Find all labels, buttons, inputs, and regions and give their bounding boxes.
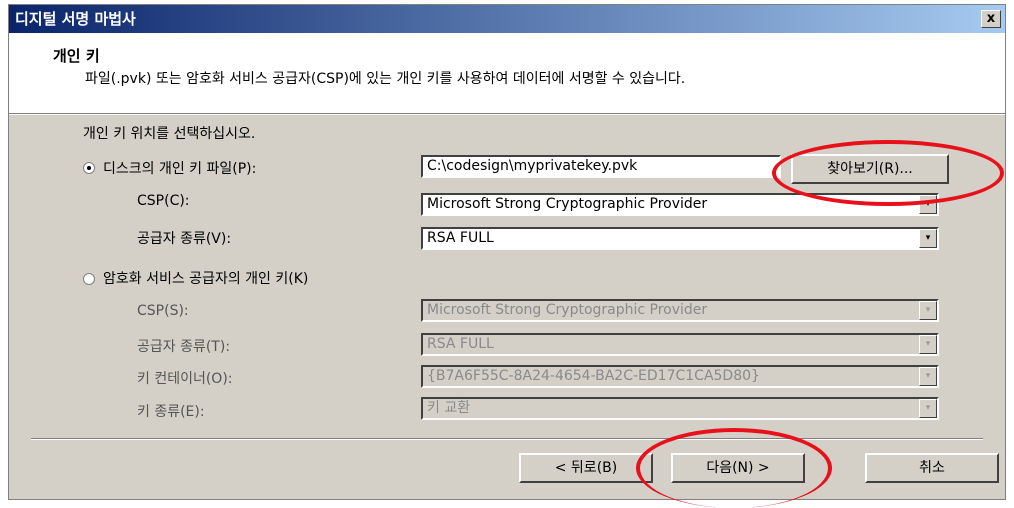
radio-key-file[interactable] (83, 162, 95, 174)
chevron-down-icon[interactable]: ▾ (919, 367, 937, 386)
provider-type-label: 공급자 종류(V): (137, 231, 232, 247)
close-icon: x (986, 11, 996, 26)
chevron-down-icon[interactable]: ▾ (919, 335, 937, 354)
csp2-select[interactable]: Microsoft Strong Cryptographic Provider ▾ (421, 299, 939, 322)
provider-type-select[interactable]: RSA FULL ▾ (421, 227, 939, 250)
close-button[interactable]: x (981, 10, 1001, 28)
footer-divider (31, 438, 983, 440)
provider-type2-select[interactable]: RSA FULL ▾ (421, 333, 939, 356)
wizard-header: 개인 키 파일(.pvk) 또는 암호화 서비스 공급자(CSP)에 있는 개인… (9, 33, 1005, 113)
radio-csp-key[interactable] (83, 273, 95, 285)
key-type-select[interactable]: 키 교환 ▾ (421, 397, 939, 420)
key-type-label: 키 종류(E): (137, 404, 205, 420)
page-title: 개인 키 (53, 47, 100, 65)
csp-label: CSP(C): (137, 193, 190, 209)
title-bar: 디지털 서명 마법사 x (9, 5, 1005, 33)
back-button[interactable]: < 뒤로(B) (519, 453, 653, 483)
csp-select[interactable]: Microsoft Strong Cryptographic Provider ▾ (421, 193, 939, 216)
window-title: 디지털 서명 마법사 (15, 10, 136, 28)
header-divider (9, 113, 1005, 115)
chevron-down-icon[interactable]: ▾ (919, 399, 937, 418)
radio-key-file-label[interactable]: 디스크의 개인 키 파일(P): (103, 158, 256, 178)
key-container-label: 키 컨테이너(O): (137, 371, 233, 387)
csp2-label: CSP(S): (137, 303, 189, 319)
key-container-select[interactable]: {B7A6F55C-8A24-4654-BA2C-ED17C1CA5D80} ▾ (421, 365, 939, 388)
chevron-down-icon[interactable]: ▾ (919, 229, 937, 248)
browse-button[interactable]: 찾아보기(R)... (791, 154, 949, 184)
chevron-down-icon[interactable]: ▾ (919, 301, 937, 320)
radio-csp-key-label[interactable]: 암호화 서비스 공급자의 개인 키(K) (103, 268, 308, 288)
chevron-down-icon[interactable]: ▾ (919, 195, 937, 214)
next-button[interactable]: 다음(N) > (671, 453, 805, 483)
instruction-text: 개인 키 위치를 선택하십시오. (83, 126, 256, 142)
provider-type2-label: 공급자 종류(T): (137, 339, 231, 355)
radio-selected-dot (87, 166, 91, 170)
key-file-path-input[interactable]: C:\codesign\myprivatekey.pvk (421, 155, 781, 178)
page-description: 파일(.pvk) 또는 암호화 서비스 공급자(CSP)에 있는 개인 키를 사… (85, 71, 686, 87)
wizard-dialog: 디지털 서명 마법사 x 개인 키 파일(.pvk) 또는 암호화 서비스 공급… (8, 4, 1006, 500)
cancel-button[interactable]: 취소 (865, 453, 999, 483)
